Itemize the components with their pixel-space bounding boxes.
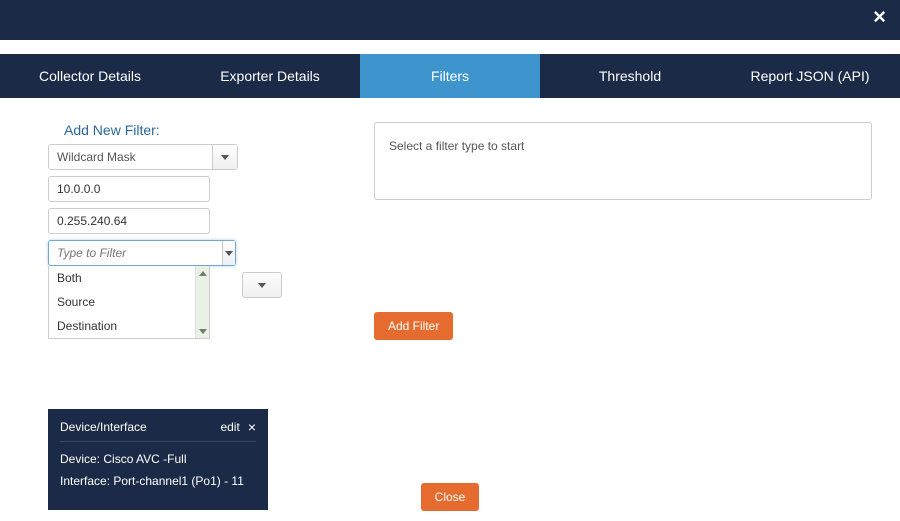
close-icon[interactable]: × <box>873 6 886 28</box>
filter-type-combo[interactable] <box>48 240 236 266</box>
filter-type-options: Both Source Destination <box>48 266 210 339</box>
device-value: Cisco AVC -Full <box>103 452 186 466</box>
filter-preview-text: Select a filter type to start <box>389 139 524 153</box>
add-filter-button[interactable]: Add Filter <box>374 312 453 340</box>
tab-exporter-details[interactable]: Exporter Details <box>180 54 360 98</box>
tab-filters[interactable]: Filters <box>360 54 540 98</box>
wildcard-mask-input[interactable] <box>48 208 210 234</box>
tab-threshold[interactable]: Threshold <box>540 54 720 98</box>
ip-address-input[interactable] <box>48 176 210 202</box>
option-source[interactable]: Source <box>49 290 209 314</box>
chevron-down-icon[interactable] <box>222 241 235 265</box>
scroll-down-icon[interactable] <box>196 324 209 338</box>
card-close-icon[interactable]: × <box>248 419 256 435</box>
close-button[interactable]: Close <box>421 483 480 511</box>
chevron-down-icon[interactable] <box>213 145 237 169</box>
option-both[interactable]: Both <box>49 266 209 290</box>
footer: Close <box>0 483 900 511</box>
tab-bar: Collector Details Exporter Details Filte… <box>0 54 900 98</box>
card-title: Device/Interface <box>60 420 147 434</box>
device-row: Device: Cisco AVC -Full <box>60 452 256 466</box>
wildcard-mask-select[interactable]: Wildcard Mask <box>48 144 238 170</box>
filter-type-input[interactable] <box>49 241 222 265</box>
options-scrollbar[interactable] <box>195 266 209 338</box>
filter-preview-box: Select a filter type to start <box>374 122 872 200</box>
tab-collector-details[interactable]: Collector Details <box>0 54 180 98</box>
device-label: Device: <box>60 452 103 466</box>
option-destination[interactable]: Destination <box>49 314 209 338</box>
tab-report-json[interactable]: Report JSON (API) <box>720 54 900 98</box>
scroll-up-icon[interactable] <box>196 266 209 280</box>
add-new-filter-label: Add New Filter: <box>64 122 348 138</box>
card-edit-link[interactable]: edit <box>220 420 239 434</box>
title-bar: × <box>0 0 900 40</box>
wildcard-mask-value: Wildcard Mask <box>49 145 213 169</box>
secondary-dropdown[interactable] <box>242 272 282 298</box>
spacer <box>0 40 900 54</box>
